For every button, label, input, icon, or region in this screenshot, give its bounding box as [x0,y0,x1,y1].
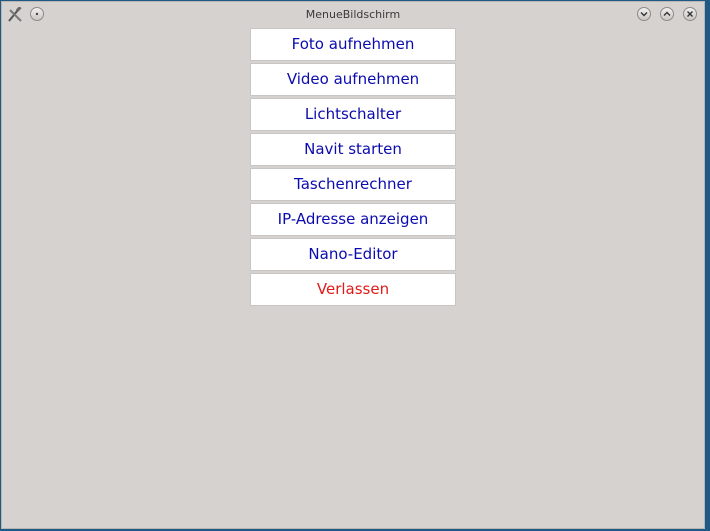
taschenrechner-button[interactable]: Taschenrechner [250,168,456,201]
window-title: MenueBildschirm [305,8,401,21]
chevron-down-icon [640,12,648,17]
close-button[interactable] [683,7,697,21]
close-icon [687,11,693,17]
maximize-button[interactable] [660,7,674,21]
app-window: MenueBildschirm Foto aufnehmen Video auf… [1,1,705,529]
titlebar[interactable]: MenueBildschirm [2,2,704,28]
main-menu: Foto aufnehmen Video aufnehmen Lichtscha… [250,28,456,308]
navit-starten-button[interactable]: Navit starten [250,133,456,166]
minimize-button[interactable] [637,7,651,21]
nano-editor-button[interactable]: Nano-Editor [250,238,456,271]
foto-aufnehmen-button[interactable]: Foto aufnehmen [250,28,456,61]
video-aufnehmen-button[interactable]: Video aufnehmen [250,63,456,96]
verlassen-button[interactable]: Verlassen [250,273,456,306]
chevron-up-icon [663,11,671,16]
ip-adresse-anzeigen-button[interactable]: IP-Adresse anzeigen [250,203,456,236]
lichtschalter-button[interactable]: Lichtschalter [250,98,456,131]
